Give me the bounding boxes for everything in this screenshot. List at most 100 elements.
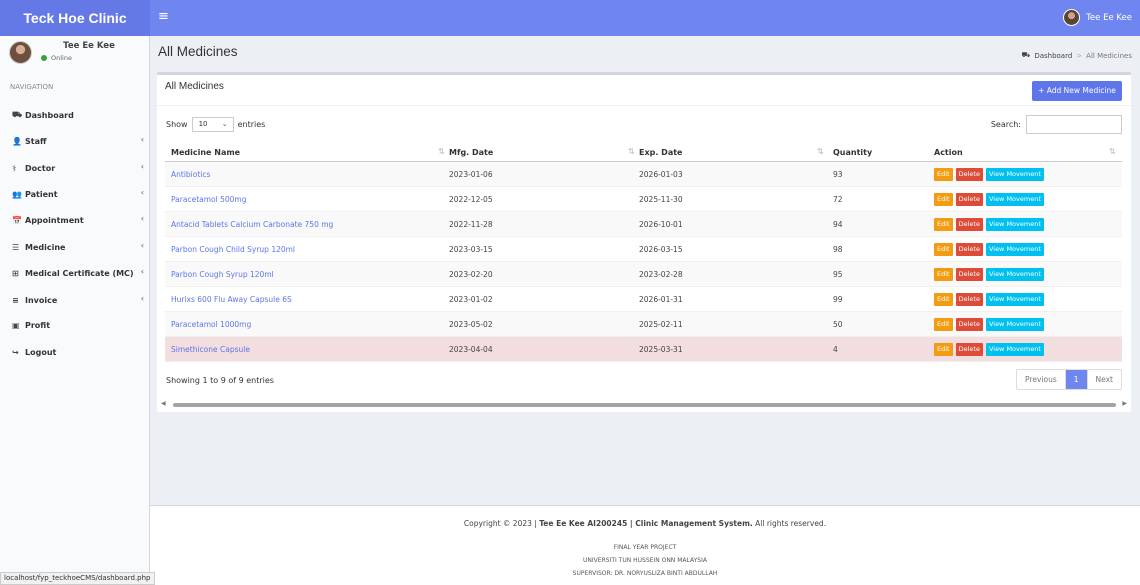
sidebar-item-label: Appointment [25,215,84,225]
delete-button[interactable]: Delete [955,318,983,331]
edit-button[interactable]: Edit [934,243,953,256]
table-row: Antibiotics 2023-01-06 2026-01-03 93 Edit Del… [165,162,1122,187]
medicines-table: Medicine Name ⇅ Mfg. Date ⇅ Exp. Date ⇅ … [165,143,1122,362]
delete-button[interactable]: Delete [955,343,983,356]
sidebar-item-appointment[interactable]: 📅 Appointment ‹ [0,210,150,230]
entries-label: entries [237,120,266,129]
edit-button[interactable]: Edit [934,343,953,356]
mfg-date-cell: 2022-11-28 [449,220,493,229]
add-medicine-button[interactable]: + Add New Medicine [1032,81,1122,101]
sort-icon[interactable]: ⇅ [438,147,445,156]
delete-button[interactable]: Delete [955,193,983,206]
entries-select[interactable]: 10 ⌄ [191,117,234,132]
search-label: Search: [990,120,1021,129]
hamburger-icon[interactable]: ≡ [158,9,169,24]
search-input[interactable] [1026,115,1122,134]
view-movement-button[interactable]: View Movement [985,268,1044,281]
copyright-author: Tee Ee Kee AI200245 | Clinic Management … [539,519,753,528]
sidebar-item-profit[interactable]: ▣ Profit [0,315,150,335]
delete-button[interactable]: Delete [955,168,983,181]
medicine-name-link[interactable]: Simethicone Capsule [171,345,250,354]
view-movement-button[interactable]: View Movement [985,193,1044,206]
sort-icon[interactable]: ⇅ [1109,147,1116,156]
sidebar-item-label: Staff [25,136,47,146]
medicine-name-link[interactable]: Antibiotics [171,170,210,179]
sidebar-item-dashboard[interactable]: ⛟ Dashboard [0,105,150,125]
medicine-name-link[interactable]: Paracetamol 1000mg [171,320,251,329]
col-exp-date[interactable]: Exp. Date [639,148,682,157]
brand-logo[interactable]: Teck Hoe Clinic [0,0,150,36]
top-user-menu[interactable]: Tee Ee Kee [1063,9,1132,26]
delete-button[interactable]: Delete [955,243,983,256]
users-icon: 👥 [12,189,22,199]
edit-button[interactable]: Edit [934,268,953,281]
sidebar-item-doctor[interactable]: ⚕ Doctor ‹ [0,158,150,178]
view-movement-button[interactable]: View Movement [985,343,1044,356]
delete-button[interactable]: Delete [955,293,983,306]
bars-icon: ≡ [12,295,19,305]
table-row: Hurixs 600 Flu Away Capsule 6S 2023-01-02… [165,287,1122,312]
edit-button[interactable]: Edit [934,218,953,231]
breadcrumb: ⛟ Dashboard > All Medicines [1022,51,1133,60]
chevron-left-icon: ‹ [140,135,144,144]
entries-value: 10 [198,120,208,128]
scroll-right-icon[interactable]: ▶ [1122,400,1127,407]
col-action: Action [934,148,963,157]
sidebar-item-staff[interactable]: 👤 Staff ‹ [0,131,150,151]
previous-button[interactable]: Previous [1017,370,1065,389]
sidebar-item-label: Patient [25,189,58,199]
sidebar-item-logout[interactable]: ↪ Logout [0,342,150,362]
view-movement-button[interactable]: View Movement [985,293,1044,306]
quantity-cell: 94 [833,220,843,229]
delete-button[interactable]: Delete [955,218,983,231]
quantity-cell: 93 [833,170,843,179]
edit-button[interactable]: Edit [934,168,953,181]
medicine-name-link[interactable]: Parbon Cough Child Syrup 120ml [171,245,295,254]
chevron-down-icon: ⌄ [221,120,228,128]
scroll-thumb[interactable] [173,403,1116,407]
col-medicine-name[interactable]: Medicine Name [171,148,240,157]
view-movement-button[interactable]: View Movement [985,243,1044,256]
edit-button[interactable]: Edit [934,193,953,206]
sidebar-item-medicine[interactable]: ☰ Medicine ‹ [0,237,150,257]
chevron-left-icon: ‹ [140,267,144,276]
sort-icon[interactable]: ⇅ [628,147,635,156]
col-quantity[interactable]: Quantity [833,148,872,157]
exp-date-cell: 2026-10-01 [639,220,683,229]
edit-button[interactable]: Edit [934,318,953,331]
table-row: Parbon Cough Syrup 120ml 2023-02-20 2023-0… [165,262,1122,287]
list-icon: ☰ [12,242,20,252]
chevron-left-icon: ‹ [140,294,144,303]
page-1-button[interactable]: 1 [1064,370,1087,389]
status-bar-url: localhost/fyp_teckhoeCMS/dashboard.php [0,572,155,585]
medicine-name-link[interactable]: Hurixs 600 Flu Away Capsule 6S [171,295,292,304]
medicine-name-link[interactable]: Antacid Tablets Calcium Carbonate 750 mg [171,220,333,229]
breadcrumb-home[interactable]: Dashboard [1034,52,1072,60]
next-button[interactable]: Next [1086,370,1121,389]
exp-date-cell: 2026-01-03 [639,170,683,179]
view-movement-button[interactable]: View Movement [985,168,1044,181]
scroll-left-icon[interactable]: ◀ [161,400,166,407]
exp-date-cell: 2026-01-31 [639,295,683,304]
edit-button[interactable]: Edit [934,293,953,306]
col-mfg-date[interactable]: Mfg. Date [449,148,493,157]
delete-button[interactable]: Delete [955,268,983,281]
view-movement-button[interactable]: View Movement [985,218,1044,231]
sidebar-item-label: Invoice [25,295,58,305]
row-actions: Edit Delete View Movement [934,243,1044,256]
quantity-cell: 4 [833,345,838,354]
breadcrumb-current: All Medicines [1086,51,1132,60]
horizontal-scrollbar[interactable]: ◀ ▶ [161,400,1127,408]
view-movement-button[interactable]: View Movement [985,318,1044,331]
sort-icon[interactable]: ⇅ [817,147,824,156]
sidebar-item-invoice[interactable]: ≡ Invoice ‹ [0,290,150,310]
top-navbar: Teck Hoe Clinic ≡ Tee Ee Kee [0,0,1140,36]
sidebar-item-patient[interactable]: 👥 Patient ‹ [0,184,150,204]
medicines-box: All Medicines + Add New Medicine Show 10… [157,72,1131,412]
medicine-name-link[interactable]: Paracetamol 500mg [171,195,246,204]
medicine-name-link[interactable]: Parbon Cough Syrup 120ml [171,270,274,279]
table-row: Antacid Tablets Calcium Carbonate 750 mg… [165,212,1122,237]
row-actions: Edit Delete View Movement [934,218,1044,231]
sidebar-item-medical-certificate-mc[interactable]: ⊞ Medical Certificate (MC) ‹ [0,263,150,283]
exp-date-cell: 2023-02-28 [639,270,683,279]
